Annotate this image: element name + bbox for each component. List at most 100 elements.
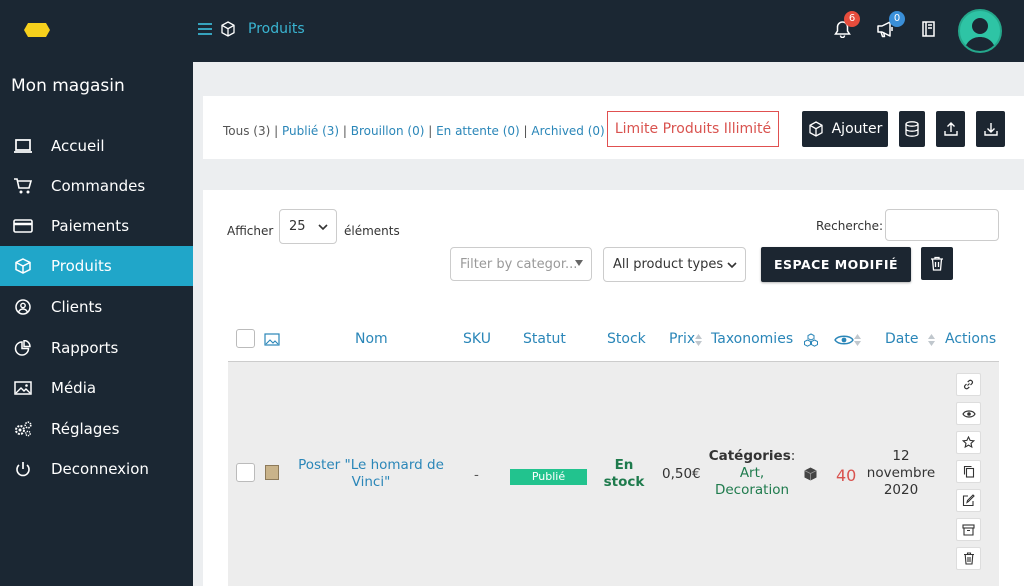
- chevron-down-icon: [318, 223, 328, 230]
- chevron-down-icon: [727, 261, 737, 268]
- announcements-button[interactable]: 0: [876, 11, 905, 38]
- sort-icon[interactable]: [854, 334, 861, 346]
- product-taxonomies: Catégories: Art, Decoration: [708, 448, 796, 499]
- date-line: 12: [892, 448, 910, 464]
- logo[interactable]: [24, 23, 50, 37]
- add-product-button[interactable]: Ajouter: [802, 111, 888, 147]
- action-favorite-button[interactable]: [956, 431, 981, 454]
- database-button[interactable]: [899, 111, 925, 147]
- toolbar-card: Tous (3) | Publié (3) | Brouillon (0) | …: [203, 96, 1024, 159]
- product-thumbnail[interactable]: [265, 465, 279, 480]
- sidebar-item-label: Deconnexion: [51, 460, 149, 478]
- product-price: 0,50€: [662, 466, 701, 482]
- column-actions: Actions: [945, 331, 997, 347]
- credit-card-icon: [13, 219, 33, 233]
- export-button[interactable]: [976, 111, 1005, 147]
- upload-icon: [943, 122, 958, 136]
- sidebar-item-label: Produits: [51, 257, 112, 275]
- category-filter-select[interactable]: Filter by categor...: [450, 247, 592, 281]
- filter-pending[interactable]: En attente (0): [436, 124, 520, 138]
- column-stock[interactable]: Stock: [607, 331, 646, 347]
- sidebar-item-label: Clients: [51, 298, 103, 316]
- action-duplicate-button[interactable]: [956, 460, 981, 483]
- sidebar-item-reglages[interactable]: Réglages: [0, 409, 193, 449]
- docs-button[interactable]: [921, 20, 937, 38]
- avatar[interactable]: [958, 9, 1002, 53]
- filter-archived[interactable]: Archived (0): [531, 124, 604, 138]
- power-icon: [16, 462, 30, 477]
- import-button[interactable]: [936, 111, 965, 147]
- cube-icon: [804, 467, 817, 481]
- stock-line: stock: [603, 474, 645, 490]
- notifications-badge: 6: [844, 11, 860, 27]
- filter-draft[interactable]: Brouillon (0): [351, 124, 425, 138]
- column-taxonomies[interactable]: Taxonomies: [711, 331, 793, 347]
- menu-icon[interactable]: [198, 23, 212, 35]
- sidebar-item-media[interactable]: Média: [0, 368, 193, 408]
- column-sku[interactable]: SKU: [463, 331, 491, 347]
- edit-icon: [962, 494, 975, 507]
- column-prix[interactable]: Prix: [669, 331, 695, 347]
- filter-all[interactable]: Tous (3): [223, 124, 270, 138]
- notifications-button[interactable]: 6: [834, 11, 860, 38]
- category-link[interactable]: Art,: [708, 465, 796, 482]
- action-edit-button[interactable]: [956, 489, 981, 512]
- sidebar-item-label: Réglages: [51, 420, 120, 438]
- search-input[interactable]: [885, 209, 999, 241]
- sidebar-item-produits[interactable]: Produits: [0, 246, 193, 286]
- bulk-delete-button[interactable]: [921, 247, 953, 280]
- product-type-value: All product types: [613, 257, 724, 272]
- sort-icon[interactable]: [928, 334, 935, 346]
- trash-icon: [963, 552, 974, 565]
- cart-icon: [14, 178, 33, 194]
- date-line: 2020: [883, 482, 919, 498]
- user-circle-icon: [15, 299, 31, 315]
- action-archive-button[interactable]: [956, 518, 981, 541]
- product-name-line: Vinci": [351, 474, 391, 490]
- product-type-select[interactable]: All product types: [603, 247, 746, 282]
- cube-icon: [15, 258, 31, 274]
- add-product-label: Ajouter: [831, 121, 883, 137]
- status-badge: Publié: [510, 469, 587, 485]
- elements-label: éléments: [344, 224, 400, 238]
- sidebar-item-paiements[interactable]: Paiements: [0, 206, 193, 246]
- eye-icon: [961, 409, 976, 418]
- book-icon: [922, 21, 935, 37]
- row-checkbox[interactable]: [236, 463, 255, 482]
- eye-icon: [834, 335, 854, 345]
- column-statut[interactable]: Statut: [523, 331, 566, 347]
- sidebar-item-accueil[interactable]: Accueil: [0, 126, 193, 166]
- breadcrumb-current[interactable]: Produits: [248, 21, 305, 37]
- sidebar-item-label: Rapports: [51, 339, 119, 357]
- espace-modifie-button[interactable]: ESPACE MODIFIÉ: [761, 247, 911, 282]
- product-sku: -: [474, 467, 479, 483]
- star-icon: [962, 436, 975, 449]
- product-name-link[interactable]: Poster "Le homard de Vinci": [291, 457, 451, 491]
- category-link[interactable]: Decoration: [708, 482, 796, 499]
- page-size-select[interactable]: 25: [279, 209, 337, 244]
- category-filter-placeholder: Filter by categor...: [460, 256, 578, 272]
- sidebar-item-deconnexion[interactable]: Deconnexion: [0, 449, 193, 489]
- product-limit-button[interactable]: Limite Produits Illimité: [607, 111, 779, 147]
- date-line: novembre: [866, 465, 936, 481]
- action-link-button[interactable]: [956, 373, 981, 396]
- database-icon: [905, 121, 919, 137]
- search-label: Recherche:: [816, 219, 884, 233]
- select-all-checkbox[interactable]: [236, 329, 255, 348]
- sidebar-item-clients[interactable]: Clients: [0, 287, 193, 327]
- chevron-down-icon: [575, 260, 583, 266]
- filter-published[interactable]: Publié (3): [282, 124, 339, 138]
- sidebar-item-rapports[interactable]: Rapports: [0, 328, 193, 368]
- action-view-button[interactable]: [956, 402, 981, 425]
- page-size-value: 25: [289, 219, 306, 234]
- products-table-card: Afficher 25 éléments Recherche: Filter b…: [203, 190, 1024, 586]
- action-delete-button[interactable]: [956, 547, 981, 570]
- download-icon: [983, 123, 998, 136]
- pie-chart-icon: [14, 340, 31, 356]
- sidebar-item-commandes[interactable]: Commandes: [0, 166, 193, 206]
- column-nom[interactable]: Nom: [355, 331, 388, 347]
- sort-icon[interactable]: [695, 334, 702, 346]
- column-date[interactable]: Date: [885, 331, 918, 347]
- link-icon: [964, 379, 973, 390]
- announcements-badge: 0: [889, 11, 905, 27]
